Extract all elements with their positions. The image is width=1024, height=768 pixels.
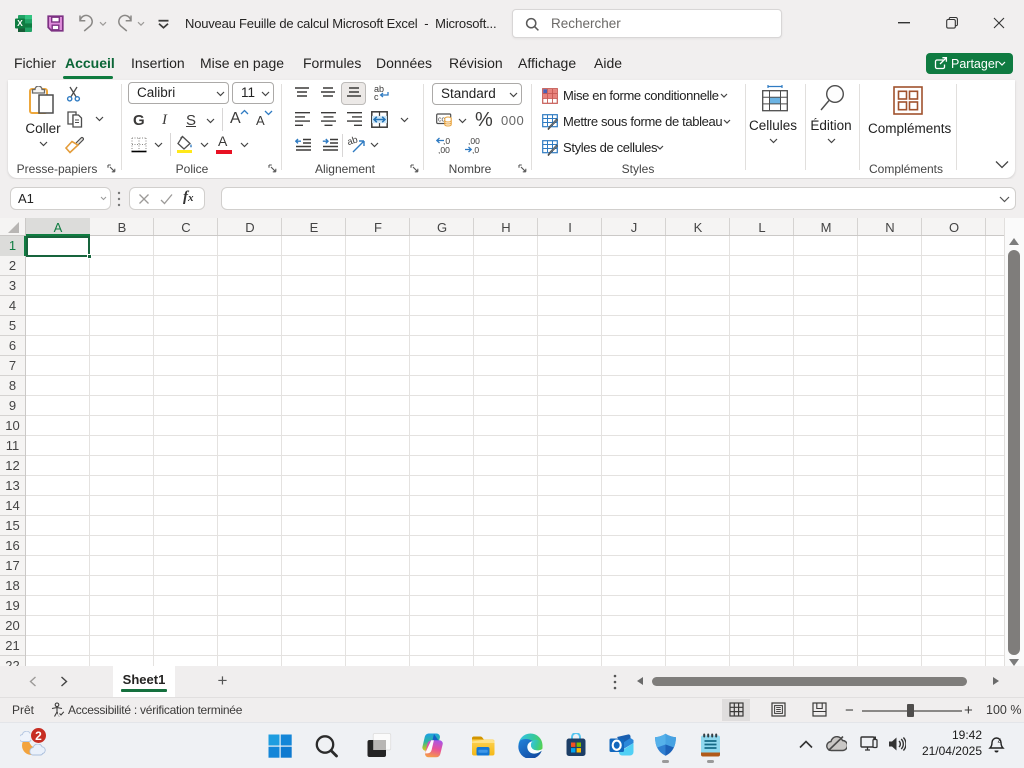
svg-text:ab: ab (348, 135, 359, 148)
svg-text:X: X (17, 18, 23, 28)
svg-text:,00: ,00 (438, 145, 450, 154)
svg-text:c: c (374, 92, 379, 101)
svg-text:,0: ,0 (472, 145, 479, 154)
svg-text:z: z (998, 738, 1002, 745)
